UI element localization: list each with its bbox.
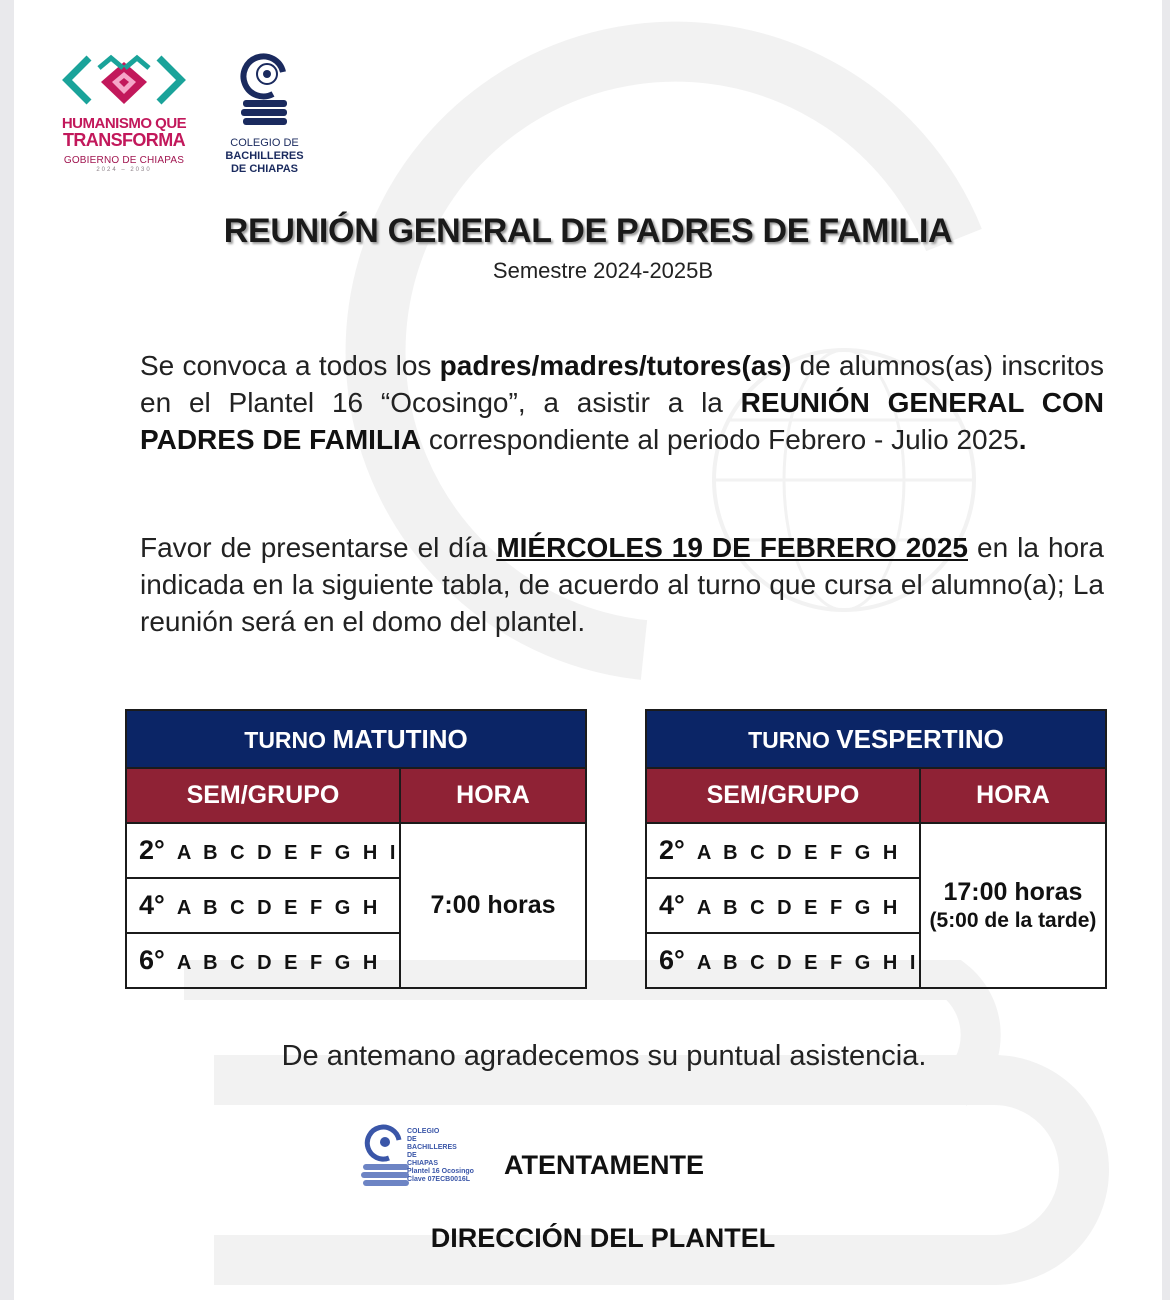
p2-a: Favor de presentarse el día bbox=[140, 532, 497, 563]
page-subtitle: Semestre 2024-2025B bbox=[492, 258, 714, 283]
cobach-line2: BACHILLERES bbox=[225, 150, 304, 162]
p1-e: correspondiente al periodo Febrero - Jul… bbox=[421, 424, 1019, 455]
cobach-line3: DE CHIAPAS bbox=[230, 163, 299, 175]
stamp-l5: CHIAPAS bbox=[407, 1160, 438, 1167]
cobach-line1: COLEGIO DE bbox=[230, 137, 299, 149]
sem-label: 4° bbox=[659, 890, 685, 920]
matutino-title-a: TURNO bbox=[244, 726, 333, 753]
thanks-text: De antemano agradecemos su puntual asist… bbox=[281, 1040, 927, 1072]
page-title: REUNIÓN GENERAL DE PADRES DE FAMILIA bbox=[223, 212, 953, 250]
vespertino-row-1: 2° A B C D E F G H bbox=[645, 822, 921, 879]
p1-f: . bbox=[1018, 424, 1027, 455]
vespertino-title-b: VESPERTINO bbox=[836, 723, 1004, 754]
vespertino-col-hora: HORA bbox=[918, 767, 1108, 824]
watermark-logo bbox=[184, 21, 1109, 1285]
table-row: 2° A B C D E F G H I 7:00 horas bbox=[125, 822, 588, 989]
sem-label: 6° bbox=[659, 945, 685, 975]
group-letters: A B C D E F G H bbox=[176, 952, 381, 974]
stamp-text: COLEGIO DE BACHILLERES DE CHIAPAS Plante… bbox=[407, 1128, 474, 1184]
vespertino-hora-value: 17:00 horas bbox=[943, 877, 1083, 906]
cobach-emblem-icon bbox=[240, 53, 287, 125]
fecha-paragraph: Favor de presentarse el día MIÉRCOLES 19… bbox=[140, 529, 1104, 640]
sem-label: 4° bbox=[139, 890, 165, 920]
logo-line2: TRANSFORMA bbox=[63, 130, 186, 150]
vespertino-hora-note: (5:00 de la tarde) bbox=[929, 908, 1097, 932]
meeting-date: MIÉRCOLES 19 DE FEBRERO 2025 bbox=[496, 532, 968, 563]
group-letters: A B C D E F G H bbox=[696, 842, 901, 864]
group-letters: A B C D E F G H I bbox=[176, 842, 399, 864]
stamp-l2: DE bbox=[407, 1136, 417, 1143]
matutino-header: TURNO MATUTINO bbox=[125, 709, 587, 769]
group-letters: A B C D E F G H bbox=[176, 897, 381, 919]
stamp-l4: DE bbox=[407, 1152, 417, 1159]
matutino-hora: 7:00 horas bbox=[398, 822, 588, 989]
turno-vespertino-table: TURNO VESPERTINO SEM/GRUPO HORA 2° A B C D… bbox=[645, 709, 1108, 989]
table-row: 2° A B C D E F G H 17:00 horas (5:00 de l… bbox=[645, 822, 1108, 989]
vespertino-col-semgrupo: SEM/GRUPO bbox=[645, 767, 921, 824]
convocatoria-paragraph: Se convoca a todos los padres/madres/tut… bbox=[140, 347, 1104, 458]
matutino-col-hora: HORA bbox=[398, 767, 588, 824]
vespertino-header: TURNO VESPERTINO bbox=[645, 709, 1107, 769]
sem-label: 2° bbox=[659, 835, 685, 865]
p1-a: Se convoca a todos los bbox=[140, 350, 440, 381]
matutino-row-2: 4° A B C D E F G H bbox=[125, 877, 401, 934]
vespertino-row-3: 6° A B C D E F G H I bbox=[645, 932, 921, 989]
vespertino-hora: 17:00 horas (5:00 de la tarde) bbox=[918, 822, 1108, 989]
closing-text: ATENTAMENTE bbox=[504, 1150, 704, 1180]
logo-gobierno: GOBIERNO DE CHIAPAS bbox=[63, 155, 185, 166]
stamp-l6: Plantel 16 Ocosingo bbox=[407, 1168, 474, 1175]
signature-text: DIRECCIÓN DEL PLANTEL bbox=[430, 1223, 776, 1253]
logo-years: 2024 – 2030 bbox=[96, 167, 152, 173]
vespertino-title-a: TURNO bbox=[748, 726, 837, 753]
stamp-l1: COLEGIO bbox=[407, 1128, 440, 1135]
vespertino-row-2: 4° A B C D E F G H bbox=[645, 877, 921, 934]
group-letters: A B C D E F G H I bbox=[696, 952, 919, 974]
cobach-logo: COLEGIO DE BACHILLERES DE CHIAPAS bbox=[212, 50, 317, 180]
stamp-l7: Clave 07ECB0016L bbox=[407, 1176, 471, 1183]
matutino-row-3: 6° A B C D E F G H bbox=[125, 932, 401, 989]
matutino-hora-value: 7:00 horas bbox=[430, 891, 556, 919]
turno-matutino-table: TURNO MATUTINO SEM/GRUPO HORA 2° A B C D E… bbox=[125, 709, 588, 989]
school-stamp: COLEGIO DE BACHILLERES DE CHIAPAS Plante… bbox=[359, 1122, 509, 1197]
matutino-title-b: MATUTINO bbox=[332, 723, 468, 754]
humanismo-emblem-icon bbox=[62, 54, 186, 105]
gobierno-chiapas-logo: HUMANISMO QUE TRANSFORMA GOBIERNO DE CHI… bbox=[54, 52, 194, 182]
document-page: HUMANISMO QUE TRANSFORMA GOBIERNO DE CHI… bbox=[14, 0, 1162, 1300]
p1-b: padres/madres/tutores(as) bbox=[439, 350, 792, 381]
group-letters: A B C D E F G H bbox=[696, 897, 901, 919]
sem-label: 2° bbox=[139, 835, 165, 865]
matutino-row-1: 2° A B C D E F G H I bbox=[125, 822, 401, 879]
stamp-l3: BACHILLERES bbox=[407, 1144, 457, 1151]
sem-label: 6° bbox=[139, 945, 165, 975]
matutino-col-semgrupo: SEM/GRUPO bbox=[125, 767, 401, 824]
